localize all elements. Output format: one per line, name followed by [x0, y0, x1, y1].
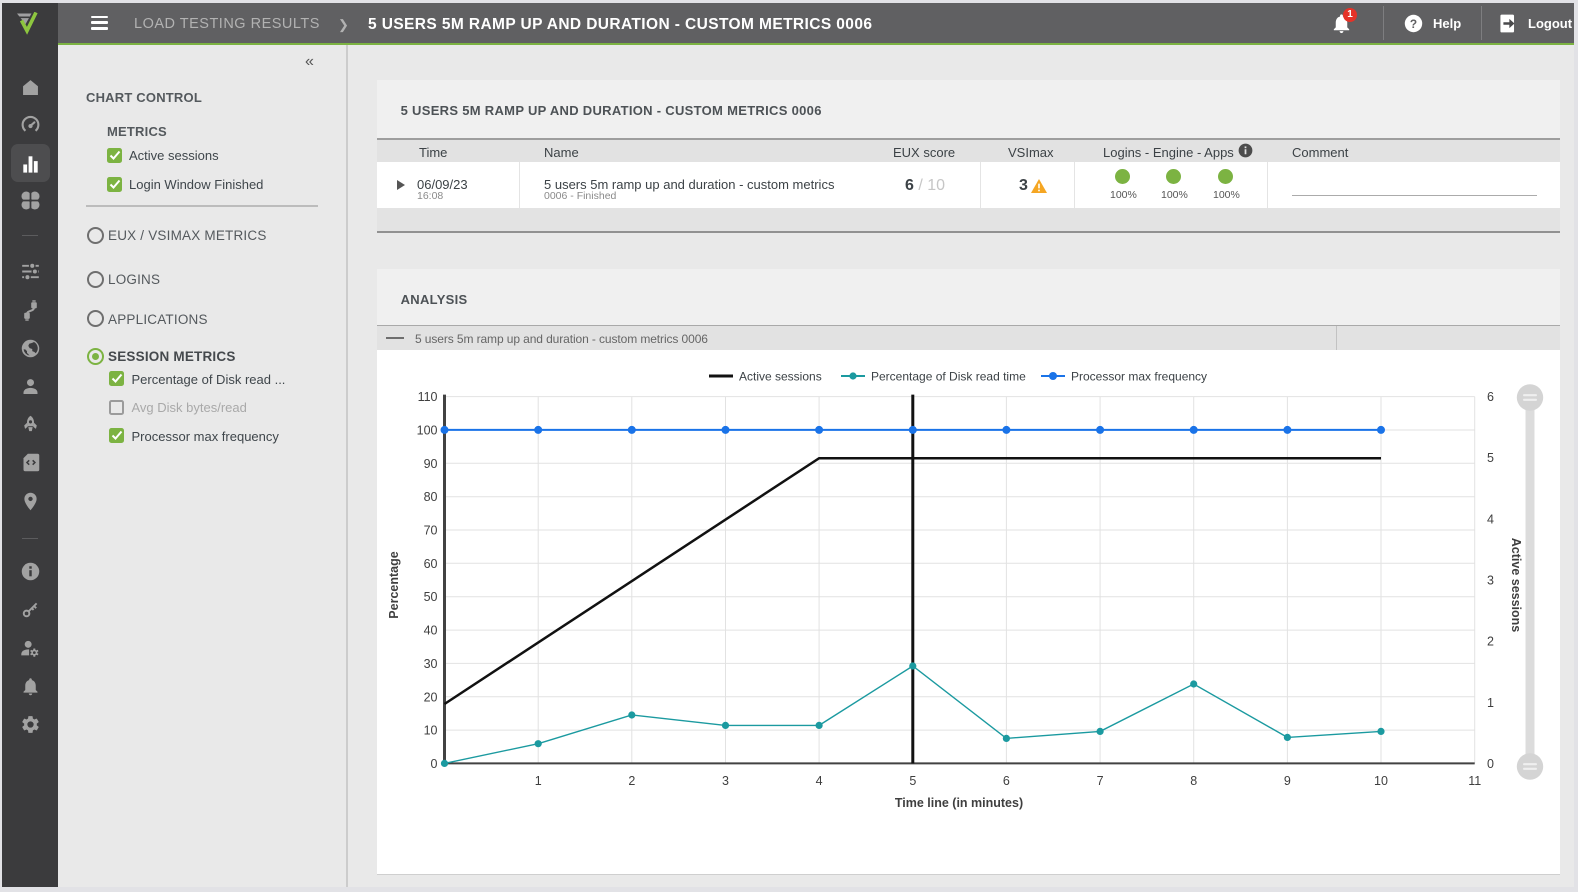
svg-text:Active sessions: Active sessions [739, 370, 822, 384]
svg-text:?: ? [1410, 16, 1417, 30]
svg-text:1: 1 [535, 774, 542, 788]
svg-text:20: 20 [424, 690, 438, 704]
svg-text:5: 5 [909, 774, 916, 788]
svg-text:0: 0 [1487, 757, 1494, 771]
svg-text:Percentage: Percentage [387, 551, 401, 618]
svg-text:10: 10 [1374, 774, 1388, 788]
svg-text:4: 4 [816, 774, 823, 788]
svg-text:Processor max frequency: Processor max frequency [1071, 370, 1207, 384]
svg-text:3: 3 [722, 774, 729, 788]
svg-text:6: 6 [1487, 390, 1494, 404]
svg-text:100: 100 [417, 424, 438, 438]
svg-text:90: 90 [424, 457, 438, 471]
svg-text:80: 80 [424, 490, 438, 504]
svg-text:2: 2 [628, 774, 635, 788]
svg-text:4: 4 [1487, 512, 1494, 526]
svg-text:6: 6 [1003, 774, 1010, 788]
svg-text:7: 7 [1097, 774, 1104, 788]
svg-text:40: 40 [424, 624, 438, 638]
svg-text:30: 30 [424, 657, 438, 671]
svg-text:Time line (in minutes): Time line (in minutes) [895, 796, 1023, 810]
svg-text:9: 9 [1284, 774, 1291, 788]
svg-text:11: 11 [1468, 774, 1481, 788]
svg-text:50: 50 [424, 590, 438, 604]
svg-text:Active sessions: Active sessions [1509, 538, 1523, 633]
svg-text:0: 0 [431, 757, 438, 771]
svg-text:5: 5 [1487, 451, 1494, 465]
svg-text:70: 70 [424, 524, 438, 538]
svg-text:1: 1 [1487, 696, 1494, 710]
svg-text:Percentage of Disk read time: Percentage of Disk read time [871, 370, 1026, 384]
svg-text:110: 110 [418, 390, 438, 404]
svg-text:2: 2 [1487, 635, 1494, 649]
svg-text:60: 60 [424, 557, 438, 571]
svg-text:3: 3 [1487, 574, 1494, 588]
svg-text:10: 10 [424, 724, 438, 738]
svg-text:8: 8 [1190, 774, 1197, 788]
